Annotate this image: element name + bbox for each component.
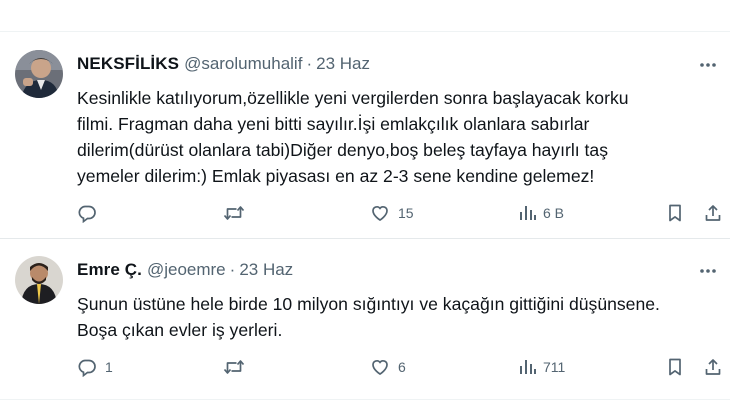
share-button[interactable] — [703, 202, 723, 224]
bookmark-icon — [665, 357, 685, 377]
tweet[interactable]: Emre Ç. @jeoemre · 23 Haz Şunun üstüne hele… — [0, 239, 730, 399]
user-handle[interactable]: @sarolumuhalif — [184, 54, 302, 73]
views-button[interactable]: 711 — [517, 356, 565, 378]
tweet-text: Kesinlikle katılıyorum,özellikle yeni ve… — [77, 88, 629, 186]
repost-button[interactable] — [223, 202, 253, 224]
tweet-actions: 15 6 B — [77, 202, 722, 224]
divider — [0, 399, 730, 400]
views-bar-chart-icon — [517, 357, 537, 377]
reply-count: 1 — [105, 359, 113, 375]
separator-dot: · — [306, 54, 313, 73]
separator-dot: · — [229, 260, 236, 279]
like-button[interactable]: 15 — [370, 202, 414, 224]
more-horizontal-icon[interactable] — [696, 53, 720, 77]
heart-icon — [370, 203, 390, 223]
share-icon — [703, 203, 723, 223]
like-button[interactable]: 6 — [370, 356, 406, 378]
avatar[interactable] — [15, 50, 63, 98]
repost-icon — [223, 357, 245, 377]
views-bar-chart-icon — [517, 203, 537, 223]
reply-icon — [77, 203, 97, 223]
tweet[interactable]: NEKSFİLİKS @sarolumuhalif · 23 Haz Kesinlik… — [0, 32, 730, 238]
tweet-date[interactable]: 23 Haz — [239, 260, 293, 279]
view-count: 6 B — [543, 205, 565, 221]
bookmark-button[interactable] — [665, 202, 685, 224]
repost-button[interactable] — [223, 356, 253, 378]
views-button[interactable]: 6 B — [517, 202, 564, 224]
view-count: 711 — [543, 359, 566, 375]
heart-icon — [370, 357, 390, 377]
tweet-header: Emre Ç. @jeoemre · 23 Haz — [77, 259, 293, 281]
tweet-date[interactable]: 23 Haz — [316, 54, 370, 73]
avatar[interactable] — [15, 256, 63, 304]
display-name[interactable]: NEKSFİLİKS — [77, 54, 179, 73]
display-name[interactable]: Emre Ç. — [77, 260, 142, 279]
more-horizontal-icon[interactable] — [696, 259, 720, 283]
user-handle[interactable]: @jeoemre — [147, 260, 226, 279]
like-count: 15 — [398, 205, 414, 221]
tweet-actions: 1 6 711 — [77, 356, 722, 378]
like-count: 6 — [398, 359, 406, 375]
reply-icon — [77, 357, 97, 377]
reply-button[interactable] — [77, 202, 105, 224]
tweet-header: NEKSFİLİKS @sarolumuhalif · 23 Haz — [77, 53, 370, 75]
repost-icon — [223, 203, 245, 223]
reply-button[interactable]: 1 — [77, 356, 113, 378]
tweet-text: Şunun üstüne hele birde 10 milyon sığınt… — [77, 294, 660, 340]
share-button[interactable] — [703, 356, 723, 378]
bookmark-icon — [665, 203, 685, 223]
bookmark-button[interactable] — [665, 356, 685, 378]
share-icon — [703, 357, 723, 377]
tweet-thread: NEKSFİLİKS @sarolumuhalif · 23 Haz Kesinlik… — [0, 0, 730, 420]
